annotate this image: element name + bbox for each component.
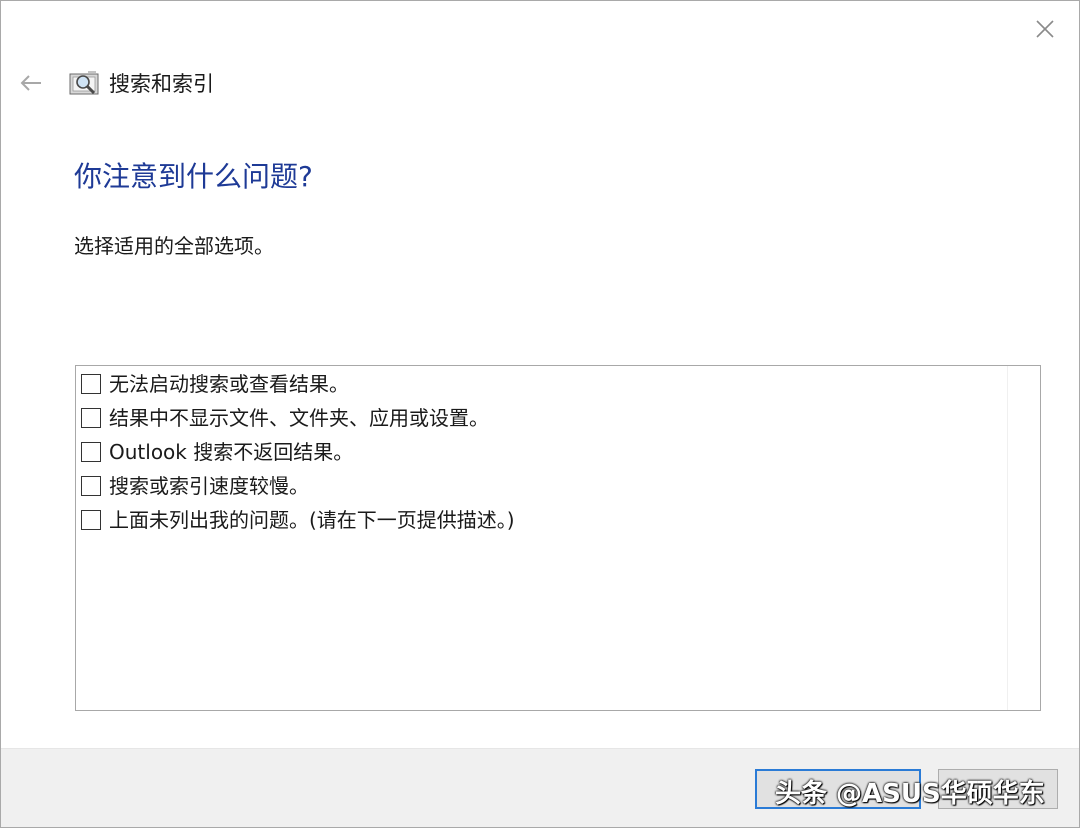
checkbox[interactable] (81, 476, 101, 496)
next-button[interactable] (755, 769, 921, 809)
troubleshooter-window: 搜索和索引 你注意到什么问题? 选择适用的全部选项。 无法启动搜索或查看结果。 … (0, 0, 1080, 828)
search-indexing-icon (69, 69, 101, 97)
option-label: 结果中不显示文件、文件夹、应用或设置。 (109, 406, 489, 430)
option-slow-search[interactable]: 搜索或索引速度较慢。 (81, 471, 309, 501)
checkbox[interactable] (81, 510, 101, 530)
option-outlook-no-results[interactable]: Outlook 搜索不返回结果。 (81, 437, 353, 467)
cancel-button[interactable] (938, 769, 1058, 809)
back-button[interactable] (15, 67, 47, 99)
page-heading: 你注意到什么问题? (74, 160, 313, 193)
app-title: 搜索和索引 (109, 72, 214, 96)
option-files-not-shown[interactable]: 结果中不显示文件、文件夹、应用或设置。 (81, 403, 489, 433)
footer-bar (1, 748, 1079, 827)
close-icon (1036, 20, 1054, 38)
checkbox[interactable] (81, 408, 101, 428)
back-arrow-icon (20, 75, 41, 91)
option-not-listed[interactable]: 上面未列出我的问题。(请在下一页提供描述。) (81, 505, 515, 535)
instruction-text: 选择适用的全部选项。 (74, 234, 274, 258)
option-label: 上面未列出我的问题。(请在下一页提供描述。) (109, 508, 515, 532)
option-label: 无法启动搜索或查看结果。 (109, 372, 349, 396)
checkbox[interactable] (81, 374, 101, 394)
option-label: Outlook 搜索不返回结果。 (109, 440, 354, 464)
option-label: 搜索或索引速度较慢。 (109, 474, 309, 498)
option-cannot-start-search[interactable]: 无法启动搜索或查看结果。 (81, 369, 349, 399)
checkbox[interactable] (81, 442, 101, 462)
close-button[interactable] (1029, 13, 1061, 45)
list-scroll-area (1007, 366, 1040, 710)
options-list: 无法启动搜索或查看结果。 结果中不显示文件、文件夹、应用或设置。 Outlook… (75, 365, 1041, 711)
